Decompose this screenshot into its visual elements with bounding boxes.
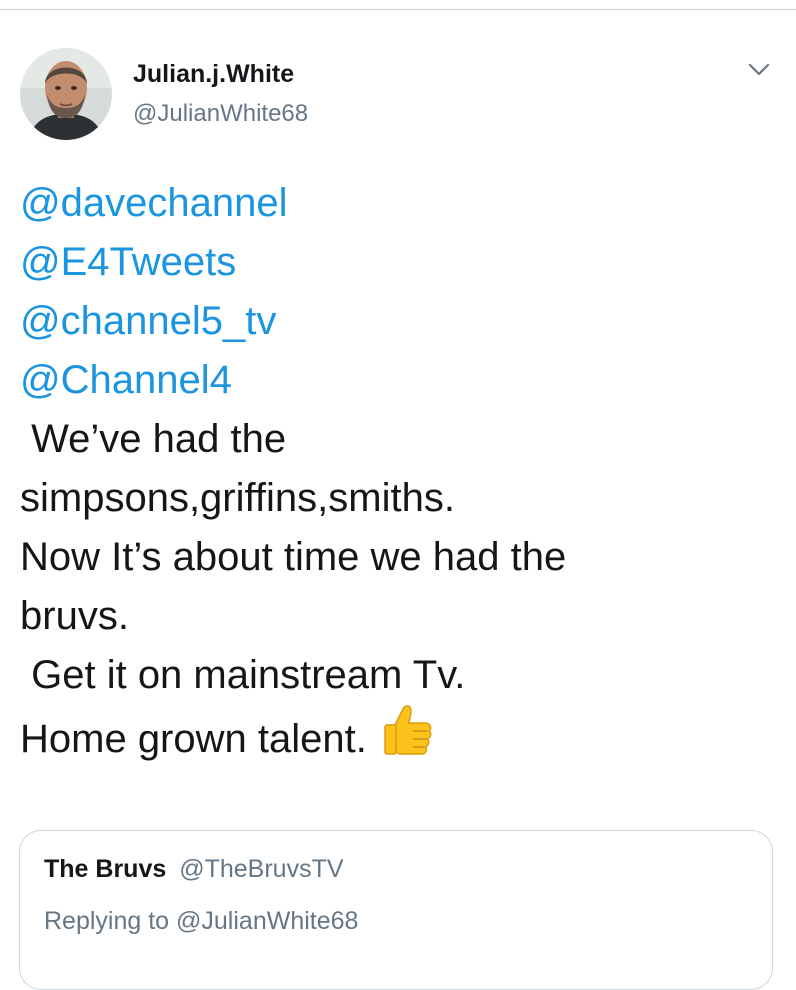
author-display-name[interactable]: Julian.j.White xyxy=(133,60,294,89)
thumbs-up-icon xyxy=(381,701,433,774)
quoted-author-name[interactable]: The Bruvs xyxy=(44,855,166,883)
mention-link[interactable]: @E4Tweets xyxy=(20,233,780,292)
profile-photo xyxy=(20,48,112,140)
tweet-text-line: Now It’s about time we had the xyxy=(20,535,567,579)
top-divider xyxy=(0,9,796,10)
tweet-text-line: We’ve had the xyxy=(20,417,287,461)
mention-link[interactable]: @davechannel xyxy=(20,174,780,233)
chevron-down-icon xyxy=(748,63,770,76)
replying-to-text: Replying to @JulianWhite68 xyxy=(44,907,359,935)
mention-link[interactable]: @Channel4 xyxy=(20,351,780,410)
quoted-tweet-header: The Bruvs @TheBruvsTV xyxy=(44,855,344,884)
avatar[interactable] xyxy=(20,48,112,140)
mention-link[interactable]: @channel5_tv xyxy=(20,292,780,351)
tweet-text-line: bruvs. xyxy=(20,594,129,638)
tweet-text: @davechannel @E4Tweets @channel5_tv @Cha… xyxy=(20,174,780,764)
tweet-text-line: Get it on mainstream Tv. xyxy=(20,653,466,697)
tweet-text-line: Home grown talent. xyxy=(20,717,367,762)
quoted-author-handle[interactable]: @TheBruvsTV xyxy=(179,855,343,883)
quoted-tweet-card[interactable]: The Bruvs @TheBruvsTV Replying to @Julia… xyxy=(19,830,773,990)
author-handle[interactable]: @JulianWhite68 xyxy=(133,100,308,128)
tweet-text-line: simpsons,griffins,smiths. xyxy=(20,476,455,520)
tweet-text-line-with-emoji: Home grown talent. xyxy=(20,705,780,764)
tweet-menu-button[interactable] xyxy=(744,56,774,82)
